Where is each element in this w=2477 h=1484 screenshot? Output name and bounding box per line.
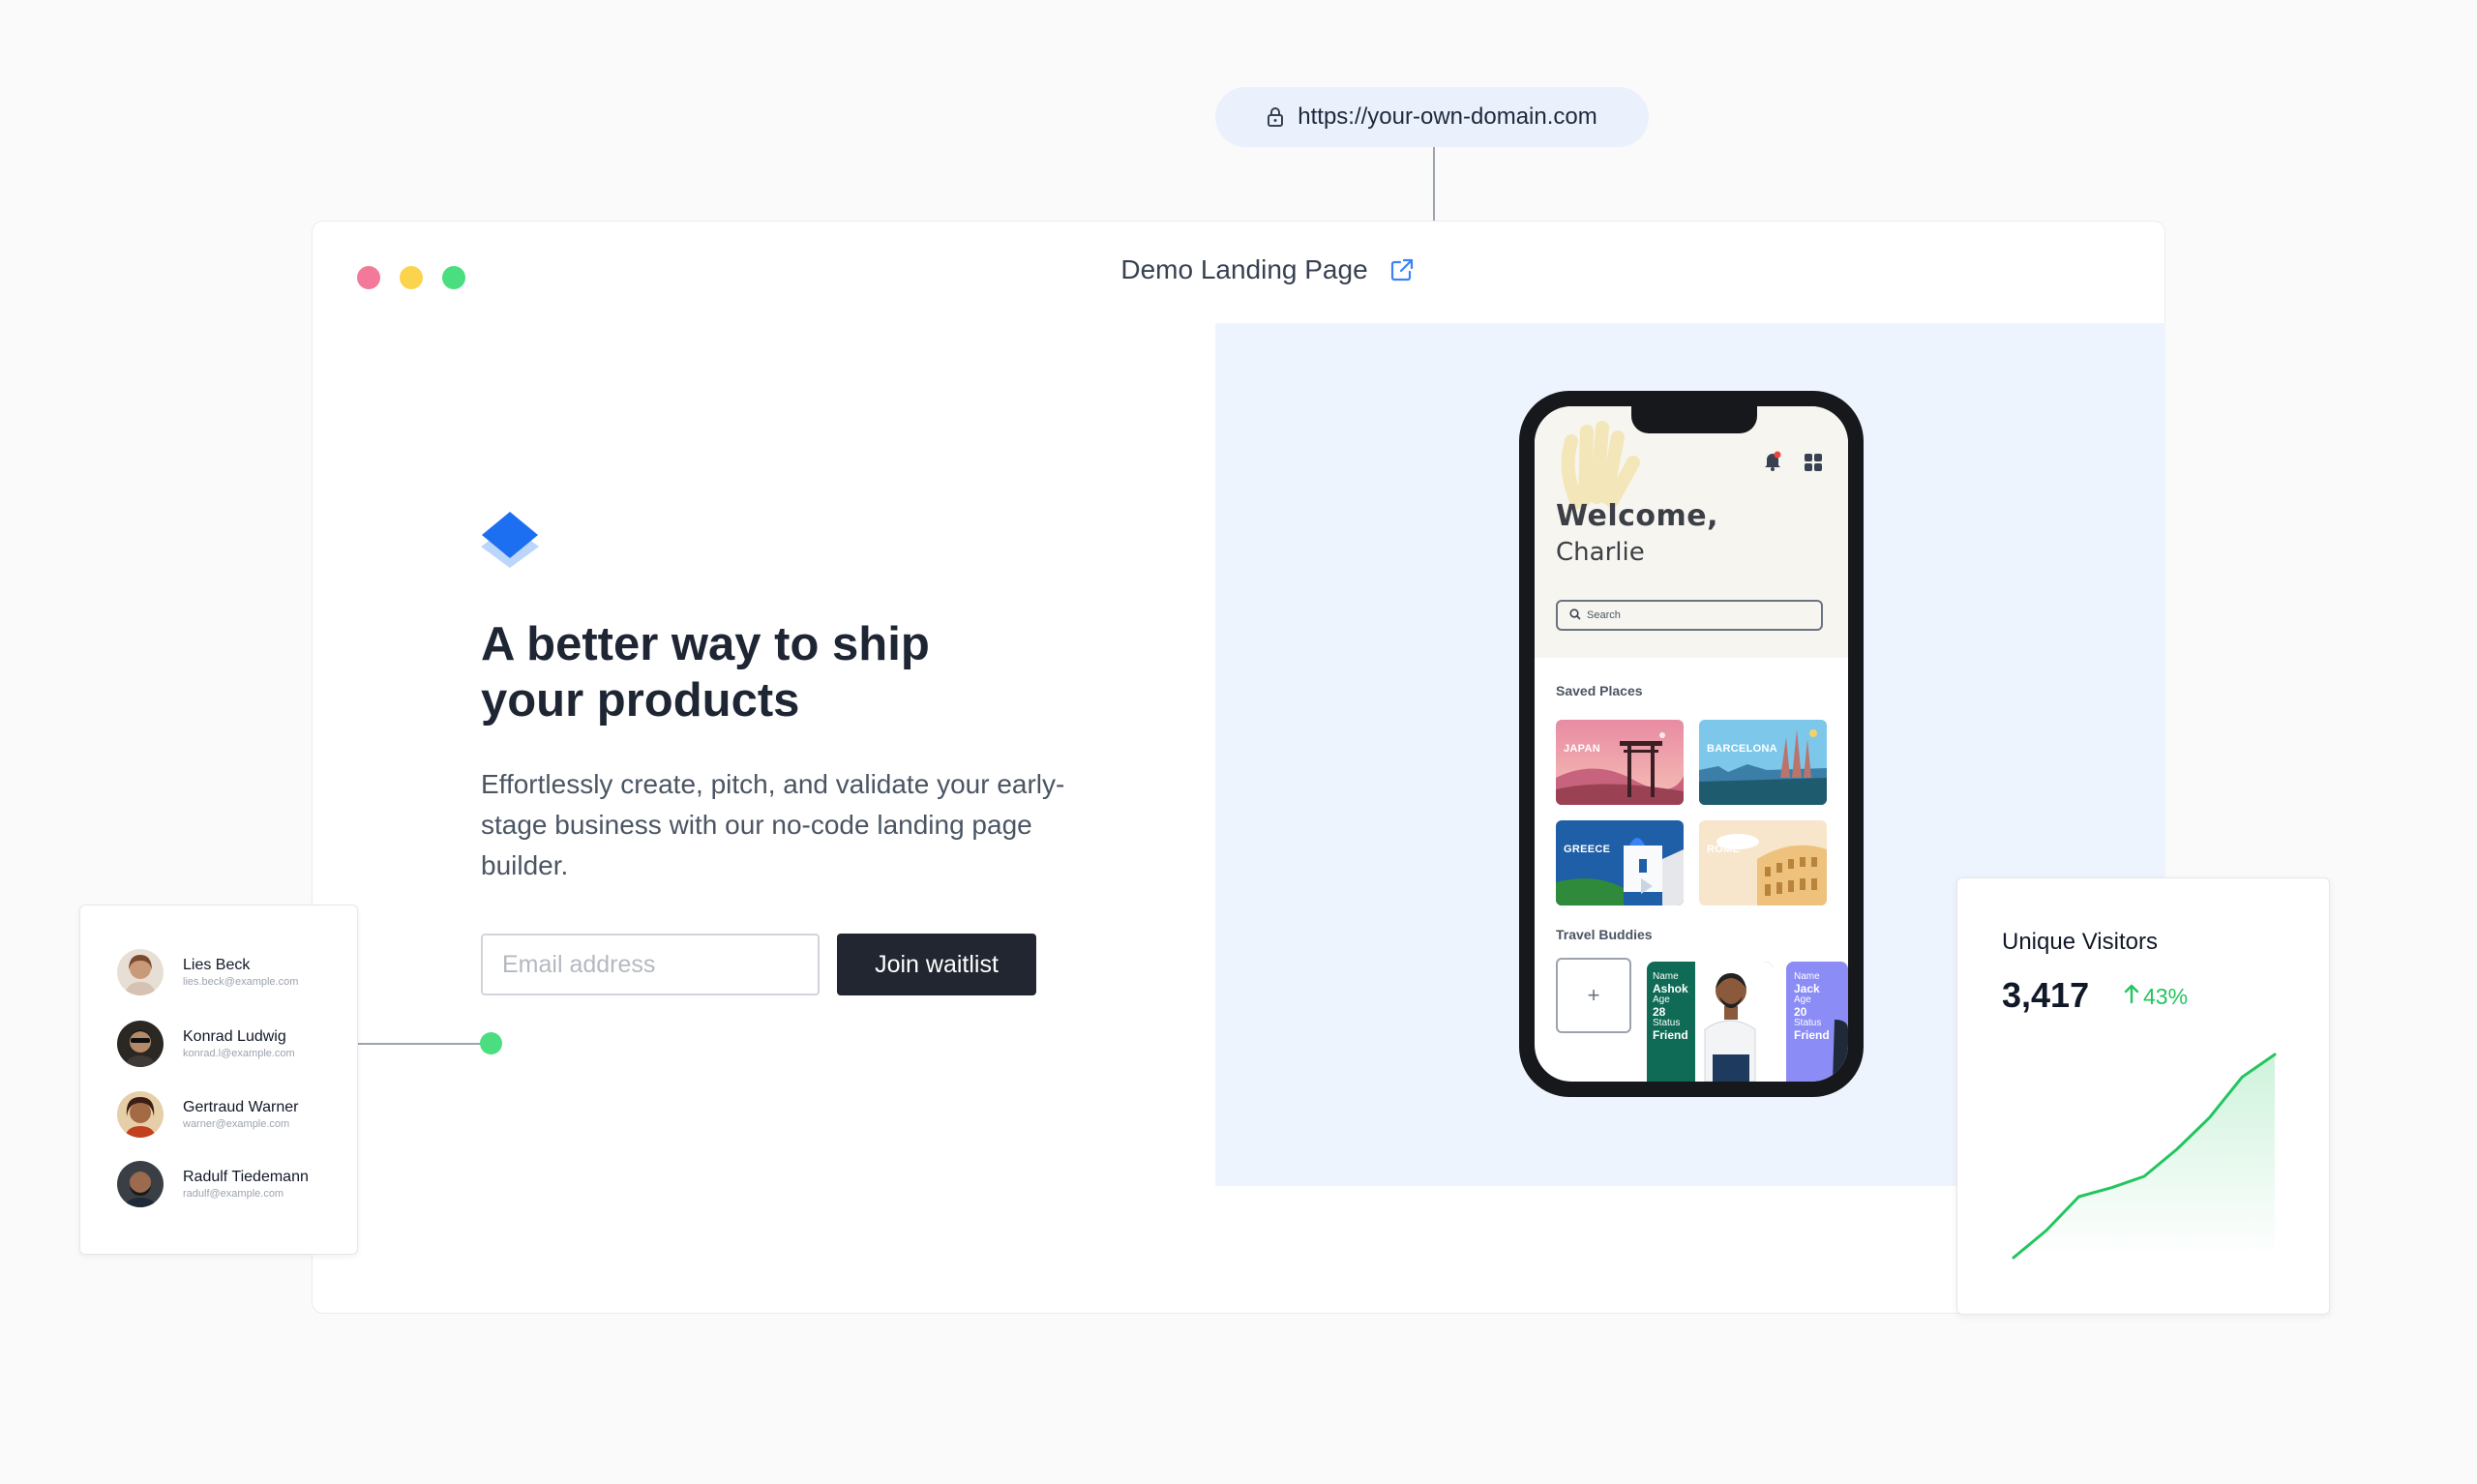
place-card-japan[interactable]: JAPAN <box>1556 720 1684 805</box>
url-bar[interactable]: https://your-own-domain.com <box>1215 87 1649 147</box>
buddy-age-label: Age <box>1653 994 1670 1005</box>
buddy-age: 28 <box>1653 1005 1666 1019</box>
user-row[interactable]: Gertraud Warner warner@example.com <box>117 1091 298 1138</box>
avatar <box>117 1161 164 1207</box>
browser-window: Demo Landing Page A better way to ship y… <box>312 221 2165 1314</box>
buddy-info-jack: Name Jack Age 20 Status Friend <box>1794 971 1830 1041</box>
user-email: lies.beck@example.com <box>183 976 299 988</box>
menu-grid-icon[interactable] <box>1804 453 1823 477</box>
buddy-name-label: Name <box>1653 971 1679 982</box>
visitors-value: 3,417 <box>2002 975 2090 1015</box>
place-card-rome[interactable]: ROME <box>1699 820 1827 905</box>
visitors-title: Unique Visitors <box>2002 929 2158 955</box>
user-name: Gertraud Warner <box>183 1099 299 1115</box>
user-email: warner@example.com <box>183 1118 290 1130</box>
brand-logo-icon <box>479 512 541 580</box>
user-name: Lies Beck <box>183 957 251 973</box>
window-title-bar: Demo Landing Page <box>313 254 2164 285</box>
search-icon <box>1569 608 1581 623</box>
buddy-age-label: Age <box>1794 994 1811 1005</box>
user-row[interactable]: Konrad Ludwig konrad.l@example.com <box>117 1021 295 1067</box>
buddy-name: Ashok <box>1653 982 1688 995</box>
place-label-rome: ROME <box>1707 844 1741 855</box>
url-text: https://your-own-domain.com <box>1298 104 1597 130</box>
phone-search-input[interactable]: Search <box>1556 600 1823 631</box>
notification-bell-icon[interactable] <box>1763 451 1782 477</box>
arrow-up-icon <box>2124 983 2139 1010</box>
window-title: Demo Landing Page <box>1120 254 1368 284</box>
phone-screen: Welcome, Charlie Search Saved Places JAP… <box>1535 406 1848 1082</box>
user-email: radulf@example.com <box>183 1188 284 1200</box>
buddy-card-ashok[interactable]: Name Ashok Age 28 Status Friend <box>1647 962 1773 1082</box>
headline-line-2: your products <box>481 674 800 727</box>
travel-buddies-label: Travel Buddies <box>1556 927 1653 942</box>
avatar <box>117 1091 164 1138</box>
place-label-japan: JAPAN <box>1564 743 1600 755</box>
visitors-change: 43% <box>2124 983 2188 1010</box>
user-name: Radulf Tiedemann <box>183 1169 309 1185</box>
buddy-status: Friend <box>1794 1028 1830 1042</box>
buddy-name: Jack <box>1794 982 1820 995</box>
search-placeholder: Search <box>1587 609 1621 621</box>
visitors-stats-card: Unique Visitors 3,417 43% <box>1956 877 2330 1315</box>
user-name: Konrad Ludwig <box>183 1028 286 1045</box>
user-row[interactable]: Radulf Tiedemann radulf@example.com <box>117 1161 309 1207</box>
users-connector-dot <box>480 1032 502 1054</box>
add-buddy-button[interactable]: + <box>1556 958 1631 1033</box>
user-row[interactable]: Lies Beck lies.beck@example.com <box>117 949 298 995</box>
hero-subtext: Effortlessly create, pitch, and validate… <box>481 769 1065 880</box>
avatar <box>117 1021 164 1067</box>
email-input[interactable] <box>481 934 820 995</box>
saved-places-label: Saved Places <box>1556 683 1643 698</box>
place-label-greece: GREECE <box>1564 844 1611 855</box>
buddy-name-label: Name <box>1794 971 1820 982</box>
phone-notch <box>1631 406 1757 433</box>
headline-line-1: A better way to ship <box>481 618 930 670</box>
place-card-greece[interactable]: GREECE <box>1556 820 1684 905</box>
phone-mockup: Welcome, Charlie Search Saved Places JAP… <box>1519 391 1864 1097</box>
visitors-change-value: 43% <box>2143 983 2189 1009</box>
buddy-card-jack[interactable]: Name Jack Age 20 Status Friend <box>1786 962 1848 1082</box>
avatar <box>117 949 164 995</box>
place-card-barcelona[interactable]: BARCELONA <box>1699 720 1827 805</box>
lock-icon <box>1267 106 1284 128</box>
buddy-status-label: Status <box>1794 1018 1822 1028</box>
users-connector-line <box>358 1043 492 1045</box>
join-waitlist-button[interactable]: Join waitlist <box>837 934 1036 995</box>
buddy-status-label: Status <box>1653 1018 1681 1028</box>
welcome-text: Welcome, <box>1556 499 1719 533</box>
user-greeting-name: Charlie <box>1556 538 1645 567</box>
subscribers-card: Lies Beck lies.beck@example.com Konrad L… <box>79 905 358 1255</box>
visitors-area-chart <box>2012 1053 2277 1260</box>
buddy-info-ashok: Name Ashok Age 28 Status Friend <box>1653 971 1688 1041</box>
hero-headline: A better way to ship your products <box>481 616 1081 728</box>
user-email: konrad.l@example.com <box>183 1048 295 1059</box>
buddy-status: Friend <box>1653 1028 1688 1042</box>
buddy-age: 20 <box>1794 1005 1807 1019</box>
place-label-barcelona: BARCELONA <box>1707 743 1777 755</box>
external-link-icon[interactable] <box>1389 257 1415 282</box>
